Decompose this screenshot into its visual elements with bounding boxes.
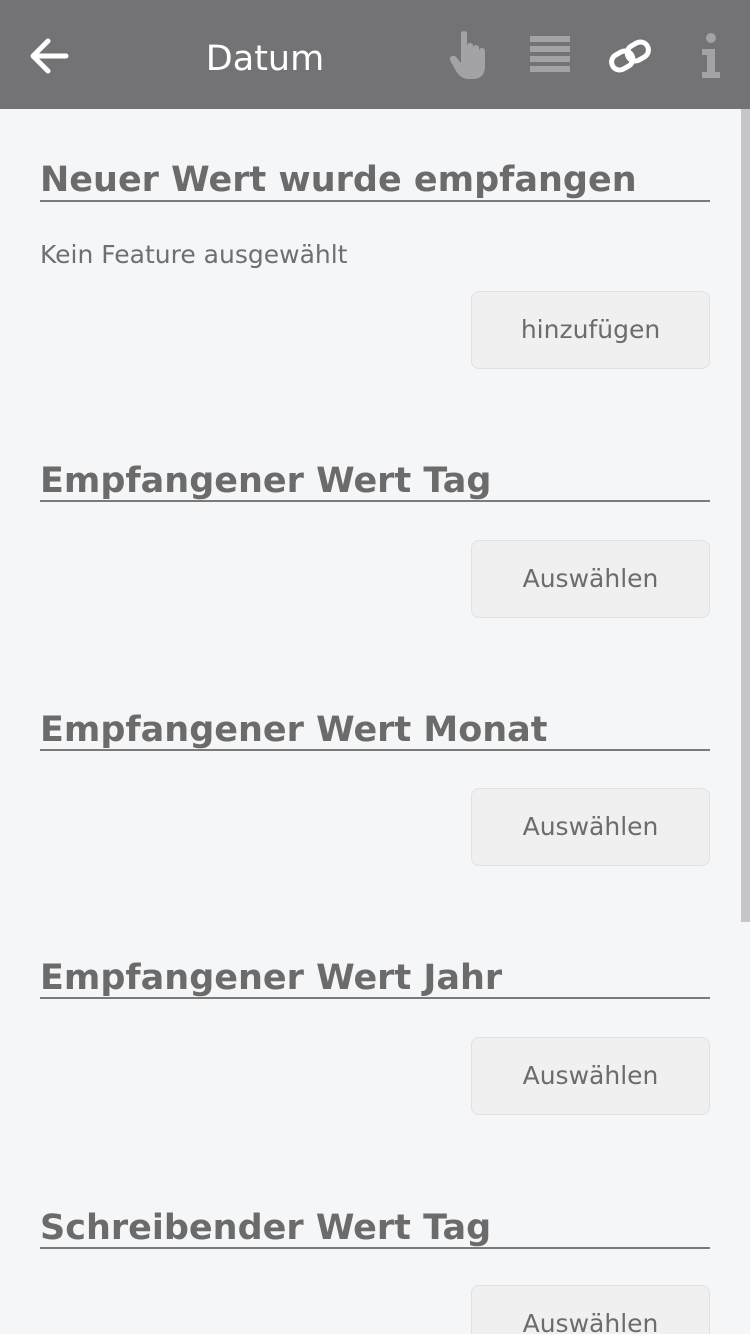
top-app-bar: Datum: [0, 0, 750, 109]
section-title: Schreibender Wert Tag: [40, 1208, 492, 1248]
section-divider: [40, 200, 710, 202]
list-view-button[interactable]: [528, 34, 572, 76]
section-new-value: Neuer Wert wurde empfangen Kein Feature …: [40, 157, 710, 372]
select-year-button[interactable]: Auswählen: [471, 1037, 710, 1115]
section-divider: [40, 1247, 710, 1249]
hand-tool-button[interactable]: [448, 30, 490, 82]
scrollbar[interactable]: [741, 109, 750, 922]
select-write-day-button[interactable]: Auswählen: [471, 1285, 710, 1334]
info-button[interactable]: [698, 32, 724, 80]
select-day-button[interactable]: Auswählen: [471, 540, 710, 618]
link-icon: [609, 39, 651, 73]
section-divider: [40, 997, 710, 999]
select-month-button[interactable]: Auswählen: [471, 788, 710, 866]
section-write-day: Schreibender Wert Tag Auswählen: [40, 1205, 710, 1334]
section-received-year: Empfangener Wert Jahr Auswählen: [40, 955, 710, 1117]
info-icon: [702, 33, 720, 78]
hand-pointer-icon: [449, 31, 485, 79]
section-title: Empfangener Wert Tag: [40, 461, 492, 501]
section-received-month: Empfangener Wert Monat Auswählen: [40, 707, 710, 869]
section-title: Empfangener Wert Jahr: [40, 958, 503, 998]
add-button[interactable]: hinzufügen: [471, 291, 710, 369]
section-divider: [40, 500, 710, 502]
section-title: Empfangener Wert Monat: [40, 710, 548, 750]
link-button[interactable]: [607, 38, 653, 74]
section-title: Neuer Wert wurde empfangen: [40, 160, 637, 200]
list-icon: [530, 36, 570, 72]
no-feature-text: Kein Feature ausgewählt: [40, 240, 348, 269]
section-divider: [40, 749, 710, 751]
section-received-day: Empfangener Wert Tag Auswählen: [40, 458, 710, 620]
